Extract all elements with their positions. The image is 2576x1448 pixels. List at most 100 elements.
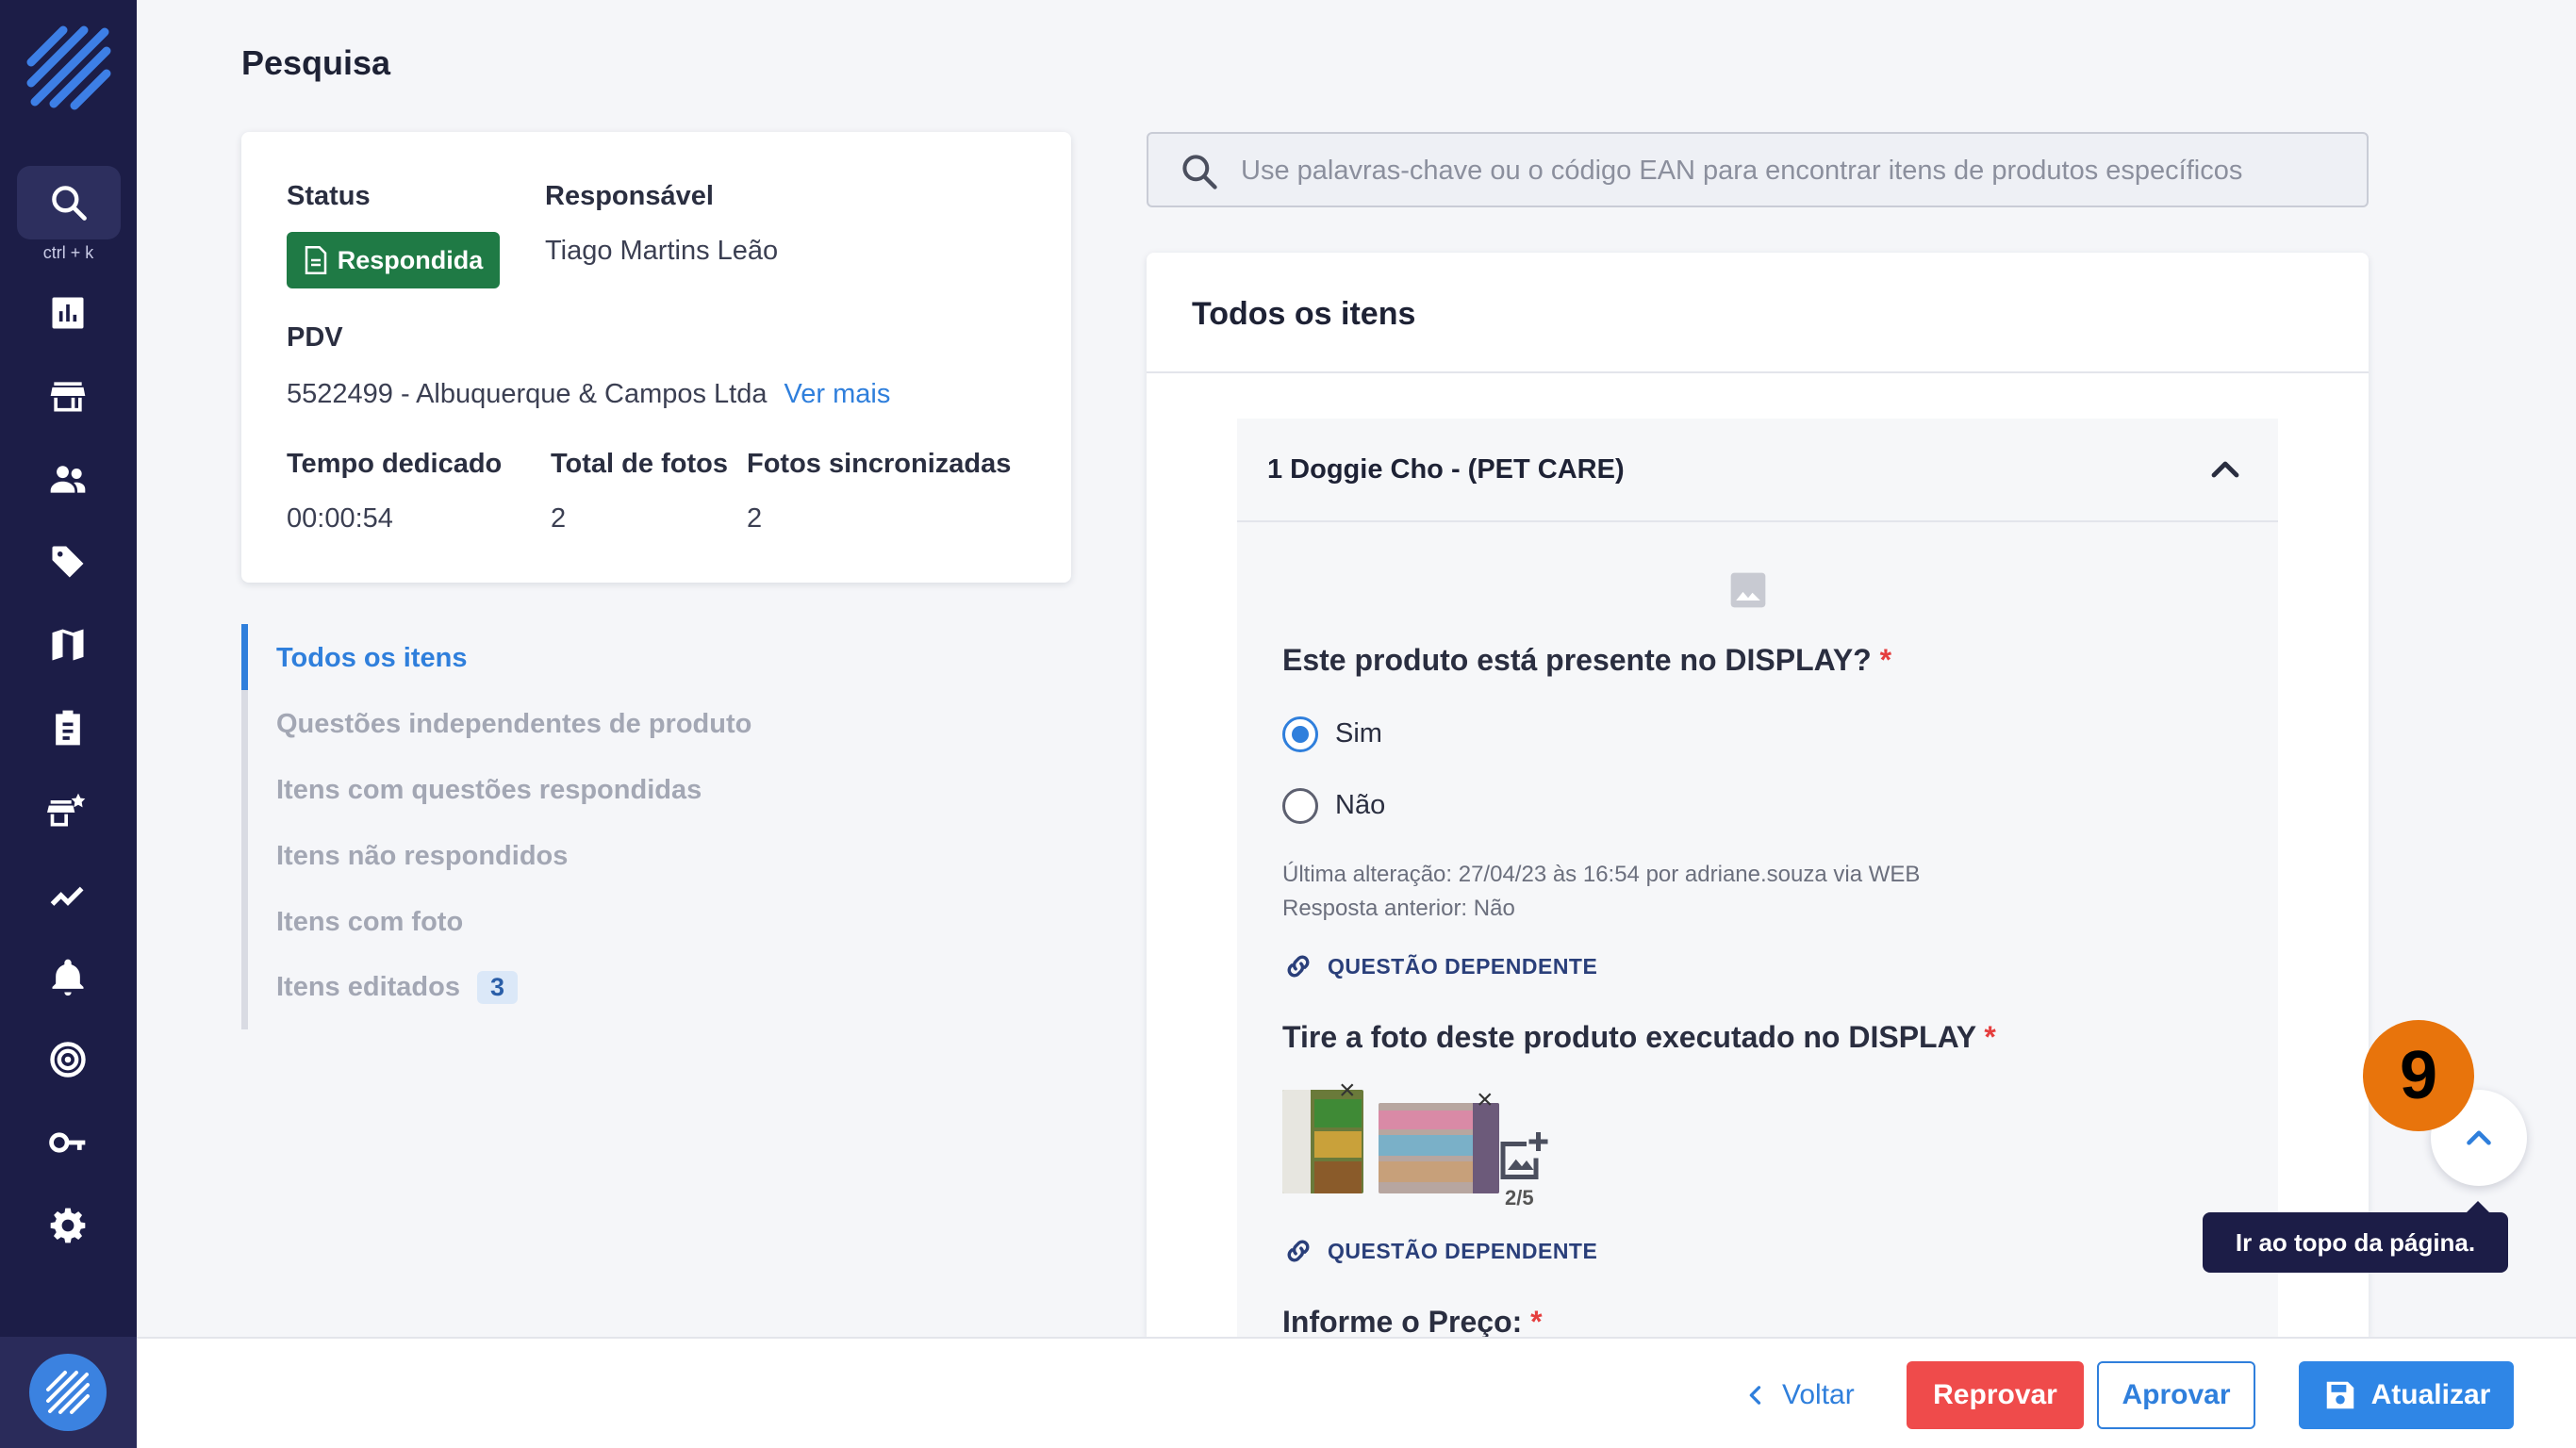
photo-count: 2/5	[1505, 1186, 1534, 1209]
nav-users[interactable]	[40, 451, 96, 507]
photos-value: 2	[551, 503, 567, 534]
items-panel-title: Todos os itens	[1192, 296, 1416, 332]
scroll-top-tooltip: Ir ao topo da página.	[2203, 1201, 2508, 1273]
items-panel: Todos os itens 1 Doggie Cho - (PET CARE)…	[1147, 253, 2369, 1337]
responsible-label: Responsável	[545, 181, 714, 211]
filter-unanswered-items[interactable]: Itens não respondidos	[276, 841, 568, 872]
status-badge: Respondida	[287, 232, 500, 288]
product-header[interactable]: 1 Doggie Cho - (PET CARE)	[1237, 419, 2278, 522]
filter-all-items[interactable]: Todos os itens	[276, 643, 467, 674]
sidebar: ctrl + k	[0, 0, 137, 1448]
gear-icon	[50, 1208, 86, 1243]
nav-access[interactable]	[40, 1114, 96, 1171]
search-icon	[52, 186, 87, 221]
users-icon	[50, 466, 86, 493]
filter-edited-label: Itens editados	[276, 972, 460, 1002]
tag-icon	[52, 546, 84, 578]
product-search	[1147, 132, 2369, 207]
search-icon	[1182, 155, 1217, 189]
required-mark: *	[1879, 643, 1892, 677]
link-icon	[1287, 1240, 1310, 1262]
question-text: Tire a foto deste produto executado no D…	[1282, 1020, 1976, 1054]
add-photo-icon[interactable]	[1494, 1127, 1550, 1184]
nav-surveys[interactable]	[40, 699, 96, 756]
update-button[interactable]: Atualizar	[2299, 1361, 2514, 1429]
pdv-see-more-link[interactable]: Ver mais	[784, 379, 891, 409]
document-icon	[305, 246, 326, 274]
map-icon	[52, 629, 84, 661]
remove-photo-1-icon[interactable]: ×	[1339, 1075, 1356, 1107]
dependent-question-label: QUESTÃO DEPENDENTE	[1328, 953, 1598, 979]
clipboard-icon	[56, 710, 80, 746]
synced-label: Fotos sincronizadas	[747, 449, 1012, 479]
back-label: Voltar	[1782, 1379, 1855, 1410]
nav-stores[interactable]	[40, 368, 96, 424]
pdv-label: PDV	[287, 322, 343, 353]
nav-analytics[interactable]	[40, 865, 96, 922]
pdv-name: 5522499 - Albuquerque & Campos Ltda	[287, 379, 768, 409]
brand-mark-icon	[46, 1371, 90, 1414]
back-button[interactable]: Voltar	[1742, 1363, 1874, 1427]
nav-dashboard[interactable]	[40, 285, 96, 341]
nav-settings[interactable]	[40, 1197, 96, 1254]
trend-icon	[50, 886, 84, 906]
nav-map[interactable]	[40, 617, 96, 673]
question-price: Informe o Preço: *	[1282, 1305, 1543, 1337]
dependent-question-link[interactable]: QUESTÃO DEPENDENTE	[1282, 1235, 1597, 1267]
chevron-left-icon	[1749, 1386, 1761, 1405]
filter-independent-questions[interactable]: Questões independentes de produto	[276, 709, 751, 740]
last-change-info: Última alteração: 27/04/23 às 16:54 por …	[1282, 862, 1921, 887]
dependent-question-link[interactable]: QUESTÃO DEPENDENTE	[1282, 950, 1597, 982]
radio-nao[interactable]	[1282, 788, 1318, 824]
chevron-up-icon[interactable]	[2203, 447, 2248, 492]
responsible-value: Tiago Martins Leão	[545, 236, 779, 266]
radio-sim[interactable]	[1282, 716, 1318, 752]
nav-tags[interactable]	[40, 534, 96, 590]
product-search-input[interactable]	[1241, 145, 2344, 196]
time-label: Tempo dedicado	[287, 449, 503, 479]
status-value: Respondida	[337, 245, 484, 274]
page-title: Pesquisa	[241, 43, 391, 82]
question-display-presence: Este produto está presente no DISPLAY? *	[1282, 643, 1891, 678]
nav-store-highlight[interactable]	[40, 782, 96, 839]
step-number-badge: 9	[2363, 1020, 2474, 1131]
required-mark: *	[1984, 1020, 1996, 1054]
chevron-up-icon	[2467, 1130, 2491, 1145]
reject-button[interactable]: Reprovar	[1907, 1361, 2084, 1429]
store-star-icon	[47, 793, 86, 827]
filter-nav: Todos os itens Questões independentes de…	[241, 624, 807, 1029]
approve-button[interactable]: Aprovar	[2097, 1361, 2255, 1429]
time-value: 00:00:54	[287, 503, 393, 534]
save-icon	[2326, 1381, 2353, 1409]
radio-sim-label: Sim	[1335, 718, 1382, 749]
edited-count-badge: 3	[477, 971, 519, 1004]
status-label: Status	[287, 181, 371, 211]
search-shortcut-hint: ctrl + k	[42, 243, 94, 262]
store-icon	[50, 382, 86, 412]
filter-items-with-photo[interactable]: Itens com foto	[276, 907, 463, 938]
global-search-button[interactable]	[17, 166, 121, 239]
link-icon	[1287, 955, 1310, 978]
radio-nao-label: Não	[1335, 790, 1386, 820]
key-icon	[49, 1132, 86, 1153]
dependent-question-label: QUESTÃO DEPENDENTE	[1328, 1238, 1598, 1263]
divider	[1147, 371, 2369, 373]
app-logo[interactable]	[25, 25, 112, 111]
question-text: Este produto está presente no DISPLAY?	[1282, 643, 1872, 677]
bell-icon	[52, 959, 84, 996]
product-title: 1 Doggie Cho - (PET CARE)	[1267, 454, 1625, 485]
nav-notifications[interactable]	[40, 948, 96, 1005]
user-avatar[interactable]	[29, 1354, 107, 1431]
nav-targets[interactable]	[40, 1031, 96, 1088]
survey-info-card: Status Respondida Responsável Tiago Mart…	[241, 132, 1071, 583]
filter-active-indicator	[241, 624, 248, 690]
target-icon	[50, 1042, 86, 1078]
filter-edited-items[interactable]: Itens editados 3	[276, 971, 519, 1004]
product-item: 1 Doggie Cho - (PET CARE) Este produto e…	[1237, 419, 2278, 1337]
question-photo: Tire a foto deste produto executado no D…	[1282, 1020, 1996, 1055]
photo-thumbnail-2[interactable]	[1379, 1103, 1499, 1193]
update-label: Atualizar	[2370, 1379, 2491, 1410]
question-text: Informe o Preço:	[1282, 1305, 1523, 1337]
filter-answered-items[interactable]: Itens com questões respondidas	[276, 775, 702, 806]
remove-photo-2-icon[interactable]: ×	[1477, 1084, 1494, 1116]
